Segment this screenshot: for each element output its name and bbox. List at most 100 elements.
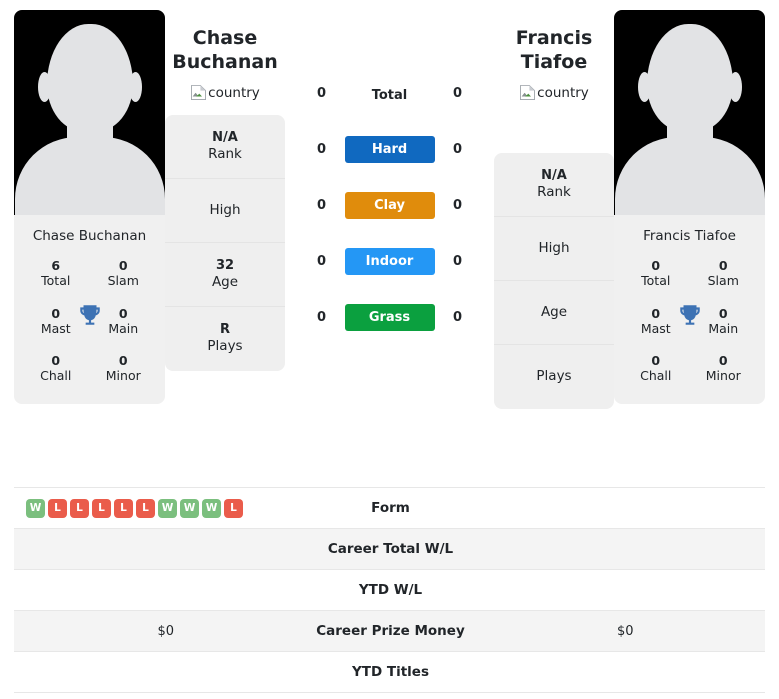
left-info-rank: N/A Rank bbox=[165, 115, 285, 179]
left-info-plays-label: Plays bbox=[207, 338, 243, 355]
surface-grass-badge-wrap: Grass bbox=[344, 303, 435, 331]
form-left-cell: WLLLLLWWWL bbox=[14, 498, 306, 518]
career-prize-money-left-value: $0 bbox=[157, 623, 175, 639]
right-titles-minor-label: Minor bbox=[705, 368, 741, 384]
left-titles-total: 6 Total bbox=[22, 258, 90, 289]
comparison-header: Chase Buchanan 6 Total 0 Slam 0 Mast 0 M… bbox=[0, 0, 779, 480]
right-player-photo-card[interactable]: Francis Tiafoe 0 Total 0 Slam 0 Mast 0 M… bbox=[614, 10, 765, 404]
career-prize-money-right-value: $0 bbox=[616, 623, 634, 639]
form-badge-win: W bbox=[180, 498, 199, 518]
surface-indoor-badge[interactable]: Indoor bbox=[344, 247, 435, 275]
surface-indoor-badge-wrap: Indoor bbox=[344, 247, 435, 275]
surface-comparison-column: 0 Total 0 0 Hard 0 0 Clay 0 0 Indoor 0 0… bbox=[285, 10, 494, 345]
table-row-ytd-wl: YTD W/L bbox=[14, 570, 765, 611]
right-player-photo-caption: Francis Tiafoe bbox=[643, 228, 736, 244]
right-titles-minor-value: 0 bbox=[718, 353, 728, 369]
form-badge-loss: L bbox=[92, 498, 111, 518]
surface-row-grass: 0 Grass 0 bbox=[291, 289, 488, 345]
right-titles-slam-label: Slam bbox=[707, 273, 739, 289]
right-player-flag: country bbox=[494, 84, 614, 101]
left-player-info-card: N/A Rank High 32 Age R Plays bbox=[165, 114, 285, 371]
surface-row-hard: 0 Hard 0 bbox=[291, 121, 488, 177]
left-titles-minor-label: Minor bbox=[105, 368, 141, 384]
right-player-name-line1: Francis bbox=[515, 27, 593, 49]
right-info-age-label: Age bbox=[540, 303, 568, 320]
form-row-label: Form bbox=[371, 500, 410, 516]
form-badge-win: W bbox=[158, 498, 177, 518]
avatar-body-icon bbox=[614, 137, 765, 215]
right-info-plays: Plays bbox=[494, 345, 614, 409]
left-titles-slam-label: Slam bbox=[107, 273, 139, 289]
left-info-age-label: Age bbox=[211, 273, 239, 290]
right-titles-slam-value: 0 bbox=[718, 258, 728, 274]
trophy-icon bbox=[79, 305, 100, 325]
left-titles-minor-value: 0 bbox=[118, 353, 128, 369]
left-info-plays: R Plays bbox=[165, 307, 285, 371]
left-titles-minor: 0 Minor bbox=[90, 353, 158, 384]
avatar-ear-left-icon bbox=[37, 72, 51, 102]
form-badge-loss: L bbox=[114, 498, 133, 518]
right-player-name: Francis Tiafoe bbox=[494, 26, 614, 75]
surface-clay-badge[interactable]: Clay bbox=[344, 191, 435, 219]
table-row-career-total-wl: Career Total W/L bbox=[14, 529, 765, 570]
surface-grass-badge[interactable]: Grass bbox=[344, 303, 435, 331]
left-info-rank-value: N/A bbox=[212, 129, 238, 145]
right-info-high: High bbox=[494, 217, 614, 281]
left-form-badges: WLLLLLWWWL bbox=[26, 498, 306, 518]
right-info-age: Age bbox=[494, 281, 614, 345]
right-info-rank: N/A Rank bbox=[494, 153, 614, 217]
right-titles-total: 0 Total bbox=[622, 258, 690, 289]
ytd-wl-label: YTD W/L bbox=[358, 582, 423, 598]
avatar-ear-right-icon bbox=[728, 72, 742, 102]
right-player-flag-alt: country bbox=[537, 84, 589, 101]
left-titles-chall: 0 Chall bbox=[22, 353, 90, 384]
left-player-name-line2: Buchanan bbox=[172, 51, 278, 74]
surface-hard-badge[interactable]: Hard bbox=[344, 135, 435, 163]
left-player-titles-grid: 6 Total 0 Slam 0 Mast 0 Main 0 Chall 0 M… bbox=[14, 256, 165, 404]
surface-clay-left-value: 0 bbox=[316, 197, 327, 213]
right-player-name-line2: Tiafoe bbox=[520, 51, 588, 74]
right-titles-chall: 0 Chall bbox=[622, 353, 690, 384]
avatar-head-icon bbox=[646, 24, 733, 132]
surface-hard-badge-wrap: Hard bbox=[344, 135, 435, 163]
left-player-name-line1: Chase bbox=[192, 27, 258, 49]
player-comparison-page: Chase Buchanan 6 Total 0 Slam 0 Mast 0 M… bbox=[0, 0, 779, 699]
left-info-high-label: High bbox=[209, 201, 241, 218]
right-titles-minor: 0 Minor bbox=[690, 353, 758, 384]
left-player-avatar bbox=[14, 10, 165, 215]
left-info-age: 32 Age bbox=[165, 243, 285, 307]
right-info-rank-value: N/A bbox=[541, 167, 567, 183]
career-prize-money-label: Career Prize Money bbox=[316, 623, 465, 639]
left-player-name: Chase Buchanan bbox=[165, 26, 285, 75]
form-badge-loss: L bbox=[70, 498, 89, 518]
ytd-titles-label: YTD Titles bbox=[352, 664, 429, 680]
surface-indoor-right-value: 0 bbox=[452, 253, 463, 269]
left-player-flag-alt: country bbox=[208, 84, 260, 101]
form-badge-loss: L bbox=[224, 498, 243, 518]
left-player-flag: country bbox=[165, 84, 285, 101]
stats-table: WLLLLLWWWL Form Career Total W/L YTD W/L… bbox=[14, 487, 765, 693]
left-info-age-value: 32 bbox=[215, 257, 235, 273]
form-badge-loss: L bbox=[48, 498, 67, 518]
right-titles-total-label: Total bbox=[641, 273, 671, 289]
surface-total-right-value: 0 bbox=[452, 85, 463, 101]
right-titles-total-value: 0 bbox=[651, 258, 661, 274]
right-player-titles-grid: 0 Total 0 Slam 0 Mast 0 Main 0 Chall 0 M… bbox=[614, 256, 765, 404]
left-player-name-column: Chase Buchanan country N/A Rank High 32 … bbox=[165, 10, 285, 371]
table-row-form: WLLLLLWWWL Form bbox=[14, 488, 765, 529]
avatar-head-icon bbox=[46, 24, 133, 132]
right-titles-chall-label: Chall bbox=[640, 368, 672, 384]
right-info-plays-label: Plays bbox=[536, 368, 572, 385]
left-titles-chall-value: 0 bbox=[51, 353, 61, 369]
broken-image-icon bbox=[191, 84, 207, 100]
surface-row-total: 0 Total 0 bbox=[291, 65, 488, 121]
left-info-plays-value: R bbox=[219, 322, 230, 338]
left-titles-slam: 0 Slam bbox=[90, 258, 158, 289]
broken-image-icon bbox=[520, 84, 536, 100]
left-titles-total-label: Total bbox=[41, 273, 71, 289]
surface-grass-left-value: 0 bbox=[316, 309, 327, 325]
surface-hard-left-value: 0 bbox=[316, 141, 327, 157]
right-info-rank-label: Rank bbox=[537, 183, 571, 200]
left-player-photo-card[interactable]: Chase Buchanan 6 Total 0 Slam 0 Mast 0 M… bbox=[14, 10, 165, 404]
right-player-info-card: N/A Rank High Age Plays bbox=[494, 152, 614, 409]
